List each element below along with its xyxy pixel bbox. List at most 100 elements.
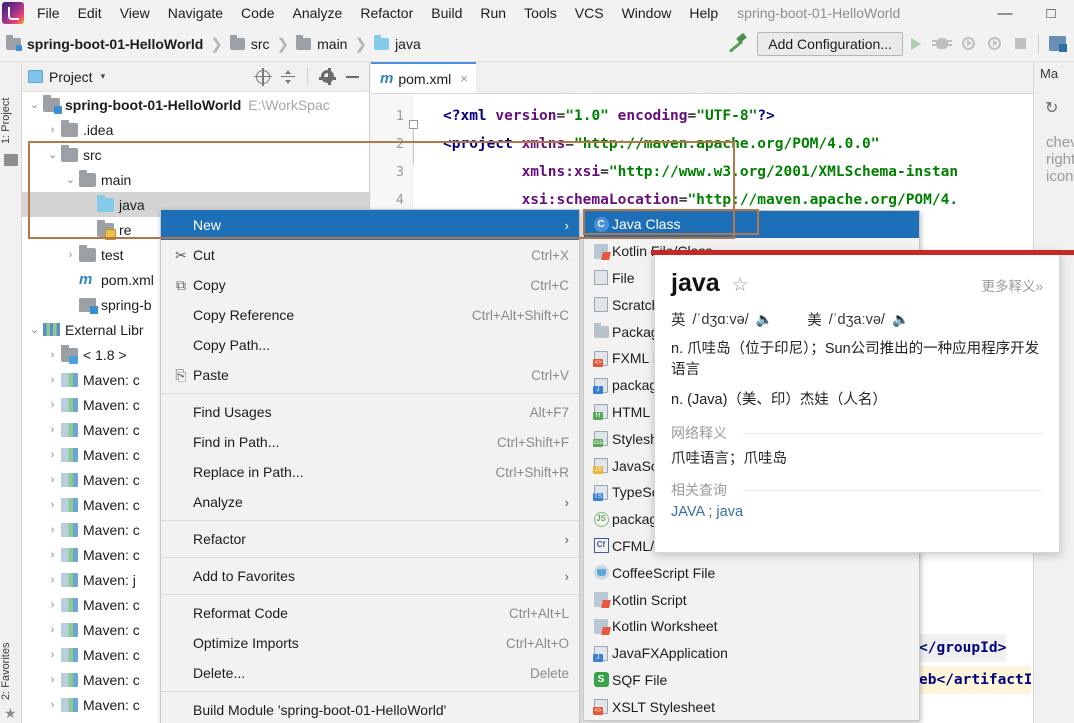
- chevron-right-icon[interactable]: ›: [44, 599, 61, 611]
- chevron-down-icon[interactable]: ▾: [101, 71, 106, 82]
- submenu-item-kotlin-script[interactable]: Kotlin Script: [584, 586, 919, 613]
- context-menu-item-find-in-path[interactable]: Find in Path... Ctrl+Shift+F: [161, 427, 579, 457]
- submenu-item-coffeescript-file[interactable]: CoffeeScript File: [584, 559, 919, 586]
- chevron-right-icon[interactable]: ›: [44, 374, 61, 386]
- project-structure-icon[interactable]: [1044, 31, 1070, 57]
- context-menu[interactable]: New › ✂ Cut Ctrl+X ⧉ Copy Ctrl+C Copy Reference C…: [160, 209, 580, 723]
- tree-node-src[interactable]: ⌄ src: [22, 142, 369, 167]
- minimize-icon[interactable]: [341, 66, 363, 88]
- submenu-item-java-class[interactable]: C Java Class: [584, 211, 919, 238]
- code-line[interactable]: <?xml version="1.0" encoding="UTF-8"?>: [443, 102, 775, 130]
- context-menu-item-add-to-favorites[interactable]: Add to Favorites ›: [161, 561, 579, 591]
- speaker-icon[interactable]: 🔈: [892, 311, 909, 328]
- context-menu-item-find-usages[interactable]: Find Usages Alt+F7: [161, 397, 579, 427]
- chevron-right-icon[interactable]: ›: [44, 124, 61, 136]
- menu-edit[interactable]: Edit: [69, 2, 111, 24]
- breadcrumb-item-main[interactable]: main: [317, 36, 347, 52]
- more-definitions-link[interactable]: 更多释义»: [981, 275, 1043, 295]
- menu-analyze[interactable]: Analyze: [284, 2, 352, 24]
- chevron-right-icon[interactable]: ›: [44, 674, 61, 686]
- debug-icon[interactable]: [929, 31, 955, 57]
- collapse-all-icon[interactable]: [277, 66, 299, 88]
- star-outline-icon[interactable]: ☆: [732, 274, 749, 297]
- context-menu-item-copy-reference[interactable]: Copy Reference Ctrl+Alt+Shift+C: [161, 300, 579, 330]
- chevron-right-icon[interactable]: ›: [44, 499, 61, 511]
- chevron-down-icon[interactable]: ⌄: [26, 98, 43, 111]
- refresh-icon[interactable]: ↻: [1045, 98, 1062, 117]
- tool-window-favorites[interactable]: 2: Favorites: [0, 622, 22, 700]
- add-configuration-button[interactable]: Add Configuration...: [757, 31, 903, 56]
- chevron-right-icon[interactable]: ›: [44, 424, 61, 436]
- context-menu-item-replace-in-path[interactable]: Replace in Path... Ctrl+Shift+R: [161, 457, 579, 487]
- context-menu-item-copy-path[interactable]: Copy Path...: [161, 330, 579, 360]
- related-link-1[interactable]: JAVA: [671, 504, 704, 520]
- speaker-icon[interactable]: 🔈: [756, 311, 773, 328]
- run-icon[interactable]: [903, 31, 929, 57]
- maximize-button[interactable]: □: [1028, 5, 1074, 22]
- submenu-item-xslt-stylesheet[interactable]: <> XSLT Stylesheet: [584, 693, 919, 720]
- menu-navigate[interactable]: Navigate: [159, 2, 232, 24]
- menu-code[interactable]: Code: [232, 2, 283, 24]
- gear-icon[interactable]: [316, 66, 338, 88]
- chevron-right-icon[interactable]: ›: [62, 249, 79, 261]
- tree-node-main[interactable]: ⌄ main: [22, 167, 369, 192]
- menu-view[interactable]: View: [111, 2, 159, 24]
- stop-icon[interactable]: [1007, 31, 1033, 57]
- chevron-down-icon[interactable]: ⌄: [26, 323, 43, 336]
- code-line[interactable]: <project xmlns="http://maven.apache.org/…: [443, 130, 880, 158]
- profiler-icon[interactable]: [981, 31, 1007, 57]
- close-icon[interactable]: ×: [460, 71, 468, 86]
- tool-window-project[interactable]: 1: Project: [0, 74, 22, 144]
- tree-node-spring-boot-01-helloworld[interactable]: ⌄ spring-boot-01-HelloWorld E:\WorkSpac: [22, 92, 369, 117]
- chevron-right-icon[interactable]: chevron-right-icon: [1046, 134, 1074, 185]
- tab-pom-xml[interactable]: m pom.xml ×: [371, 62, 476, 93]
- chevron-right-icon[interactable]: ›: [44, 524, 61, 536]
- breadcrumb-item-java[interactable]: java: [395, 36, 421, 52]
- menu-window[interactable]: Window: [613, 2, 681, 24]
- code-line[interactable]: xmlns:xsi="http://www.w3.org/2001/XMLSch…: [443, 158, 959, 186]
- chevron-right-icon[interactable]: ›: [44, 549, 61, 561]
- context-menu-item-paste[interactable]: ⎘ Paste Ctrl+V: [161, 360, 579, 390]
- chevron-right-icon[interactable]: ›: [44, 474, 61, 486]
- menu-vcs[interactable]: VCS: [566, 2, 613, 24]
- tool-window-maven[interactable]: Ma: [1040, 66, 1058, 81]
- context-menu-item-delete[interactable]: Delete... Delete: [161, 658, 579, 688]
- hammer-icon[interactable]: [725, 33, 747, 55]
- chevron-right-icon[interactable]: ›: [44, 399, 61, 411]
- context-menu-item-analyze[interactable]: Analyze ›: [161, 487, 579, 517]
- context-menu-item-new[interactable]: New ›: [161, 210, 579, 240]
- submenu-item-kotlin-worksheet[interactable]: Kotlin Worksheet: [584, 613, 919, 640]
- context-menu-item-copy[interactable]: ⧉ Copy Ctrl+C: [161, 270, 579, 300]
- menu-refactor[interactable]: Refactor: [351, 2, 422, 24]
- menu-help[interactable]: Help: [680, 2, 727, 24]
- chevron-right-icon[interactable]: ›: [44, 349, 61, 361]
- context-menu-item-cut[interactable]: ✂ Cut Ctrl+X: [161, 240, 579, 270]
- chevron-right-icon[interactable]: ›: [44, 624, 61, 636]
- context-menu-item-reformat-code[interactable]: Reformat Code Ctrl+Alt+L: [161, 598, 579, 628]
- breadcrumb: spring-boot-01-HelloWorld ❯ src ❯ main ❯…: [6, 34, 421, 53]
- menu-build[interactable]: Build: [422, 2, 471, 24]
- chevron-right-icon[interactable]: ›: [44, 649, 61, 661]
- context-menu-item-optimize-imports[interactable]: Optimize Imports Ctrl+Alt+O: [161, 628, 579, 658]
- code-fold-marker[interactable]: [409, 120, 418, 129]
- locate-icon[interactable]: [252, 66, 274, 88]
- breadcrumb-item-project[interactable]: spring-boot-01-HelloWorld: [27, 36, 203, 52]
- minimize-button[interactable]: —: [982, 5, 1028, 22]
- chevron-right-icon[interactable]: ›: [44, 449, 61, 461]
- chevron-down-icon[interactable]: ⌄: [44, 148, 61, 161]
- chevron-right-icon[interactable]: ›: [44, 699, 61, 711]
- submenu-item-javafxapplication[interactable]: J JavaFXApplication: [584, 640, 919, 667]
- submenu-item-sqf-file[interactable]: S SQF File: [584, 667, 919, 694]
- chevron-down-icon[interactable]: ⌄: [62, 173, 79, 186]
- related-link-2[interactable]: java: [716, 504, 743, 520]
- chevron-right-icon[interactable]: ›: [44, 574, 61, 586]
- breadcrumb-item-src[interactable]: src: [251, 36, 270, 52]
- menu-run[interactable]: Run: [471, 2, 515, 24]
- menu-tools[interactable]: Tools: [515, 2, 566, 24]
- context-menu-item-refactor[interactable]: Refactor ›: [161, 524, 579, 554]
- external-libraries-icon: [43, 323, 60, 336]
- tree-node-idea[interactable]: › .idea: [22, 117, 369, 142]
- context-menu-item-build-module-spring-boot-01-helloworld[interactable]: Build Module 'spring-boot-01-HelloWorld': [161, 695, 579, 723]
- run-with-coverage-icon[interactable]: [955, 31, 981, 57]
- menu-file[interactable]: File: [28, 2, 69, 24]
